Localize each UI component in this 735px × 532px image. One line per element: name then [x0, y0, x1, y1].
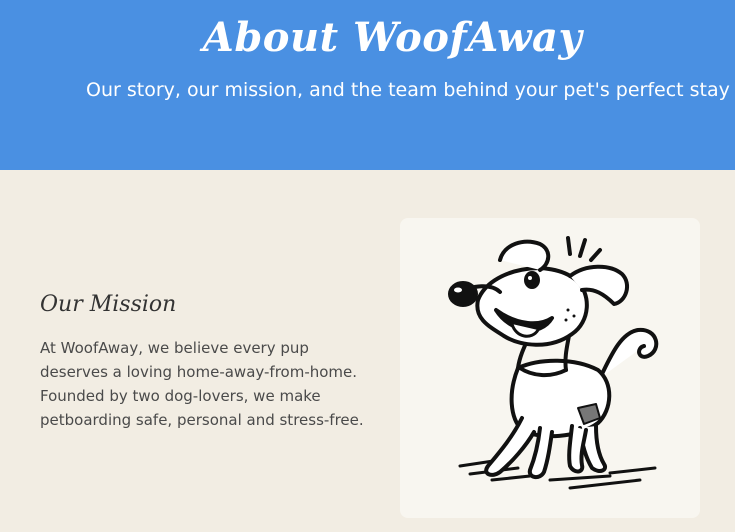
about-content: Our Mission At WoofAway, we believe ever… — [0, 170, 735, 532]
mission-heading: Our Mission — [40, 292, 177, 317]
page-subtitle: Our story, our mission, and the team beh… — [86, 79, 730, 101]
page-title: About WoofAway — [202, 14, 583, 61]
dog-illustration-icon — [448, 236, 659, 490]
dog-illustration-card — [400, 218, 700, 518]
hero-banner: About WoofAway Our story, our mission, a… — [0, 0, 735, 170]
mission-text: At WoofAway, we believe every pup deserv… — [40, 339, 364, 429]
